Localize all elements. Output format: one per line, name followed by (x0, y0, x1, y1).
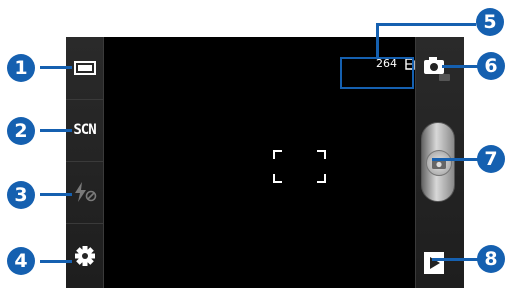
callout-5: 5 (476, 8, 504, 36)
gallery-button[interactable] (423, 251, 445, 275)
settings-gear-icon (74, 245, 95, 266)
scene-mode-label: SCN (73, 122, 96, 138)
callout-line-6 (442, 65, 482, 68)
left-settings-bar: SCN (66, 37, 104, 288)
camera-mode-switch[interactable] (422, 53, 454, 83)
callout-4: 4 (7, 247, 35, 275)
focus-frame (273, 150, 326, 183)
callout-2: 2 (7, 117, 35, 145)
callout-3: 3 (7, 181, 35, 209)
callout-1: 1 (7, 54, 35, 82)
callout-8: 8 (477, 245, 505, 273)
shutter-button[interactable] (421, 122, 455, 202)
callout-6: 6 (477, 52, 505, 80)
shooting-mode-icon (73, 61, 96, 75)
callout-line-1 (40, 66, 72, 69)
callout-7: 7 (477, 145, 505, 173)
flash-off-icon (74, 182, 96, 202)
callout-line-4 (40, 260, 72, 263)
play-icon (424, 252, 444, 274)
right-control-bar (415, 37, 464, 288)
camera-icon (424, 57, 450, 81)
callout-line-7 (432, 158, 482, 161)
shutter-knob (426, 150, 452, 176)
callout-line-2 (40, 129, 72, 132)
callout-line-8 (432, 258, 482, 261)
settings-button[interactable] (66, 223, 103, 288)
storage-highlight-box (340, 57, 414, 89)
callout-line-3 (40, 193, 72, 196)
callout-line-5 (376, 23, 379, 57)
callout-line-5-h (376, 23, 476, 26)
